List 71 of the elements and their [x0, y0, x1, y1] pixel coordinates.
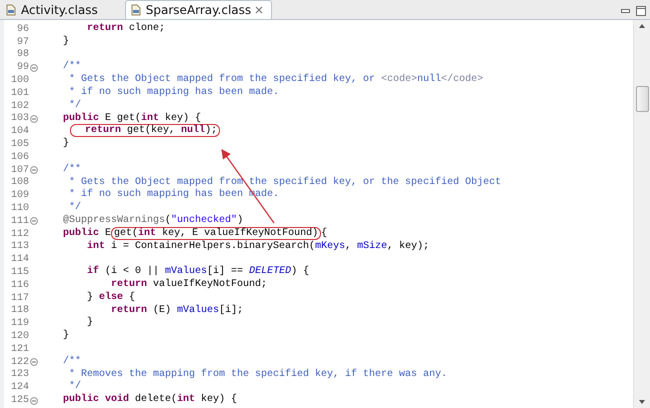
code-line: int i = ContainerHelpers.binarySearch(mKeys, mSize, key);: [86, 240, 430, 254]
collapse-icon[interactable]: [30, 64, 38, 72]
code-line: return clone;: [86, 23, 166, 36]
code-line: public E get(int key, E valueIfKeyNotFound) {: [62, 228, 328, 240]
scroll-down-icon[interactable]: [639, 400, 645, 404]
code-line: * Gets the Object mapped from the specified key, or <code>null</code>: [68, 74, 484, 86]
line-number: 122: [10, 356, 29, 368]
line-number: 115: [10, 267, 29, 278]
collapse-icon[interactable]: [30, 396, 38, 404]
line-number: 109: [10, 190, 29, 202]
line-number: 125: [10, 395, 29, 406]
code-line: * Removes the mapping from the specified key, if there was any.: [68, 368, 448, 380]
code-line: }: [86, 317, 94, 330]
code-line: } else {: [86, 292, 136, 305]
code-line: public void delete(int key) {: [62, 394, 238, 407]
scrollbar[interactable]: [633, 20, 650, 408]
collapse-icon[interactable]: [30, 166, 38, 174]
close-icon[interactable]: [255, 6, 264, 14]
code-line: * Gets the Object mapped from the specified key, or the specified Object: [68, 176, 502, 188]
code-line: /**: [62, 356, 82, 368]
code-line: @SuppressWarnings("unchecked"): [62, 214, 244, 228]
line-number: 106: [10, 152, 29, 163]
code-line: }: [62, 330, 70, 343]
line-number: 111: [10, 216, 29, 227]
line-number: 103: [10, 113, 29, 124]
scroll-up-icon[interactable]: [639, 24, 645, 28]
class-file-icon: [130, 4, 142, 16]
line-number: 123: [10, 369, 29, 380]
code-line: }: [62, 138, 70, 151]
line-number: 99: [16, 62, 29, 74]
class-file-icon: [5, 4, 17, 16]
code-line: /**: [62, 164, 82, 176]
code-line: */: [68, 202, 82, 214]
minimize-icon[interactable]: [621, 8, 630, 14]
line-number: 108: [10, 177, 29, 188]
line-number: 100: [10, 75, 29, 86]
code-line: return valueIfKeyNotFound;: [110, 278, 268, 292]
line-number: 121: [10, 344, 29, 355]
collapse-icon[interactable]: [30, 217, 38, 226]
line-number: 97: [16, 36, 29, 48]
editor-tab[interactable]: Activity.class: [0, 0, 107, 19]
maximize-icon[interactable]: [636, 6, 646, 16]
line-number: 107: [10, 164, 29, 176]
line-number: 102: [10, 100, 29, 112]
line-number: 110: [10, 203, 29, 214]
collapse-icon[interactable]: [30, 114, 38, 123]
code-line: return (E) mValues[i];: [110, 304, 244, 318]
line-number: 104: [10, 126, 29, 138]
line-number: 120: [10, 331, 29, 342]
line-number: 116: [10, 280, 29, 291]
scroll-thumb[interactable]: [636, 86, 648, 112]
code-line: */: [68, 381, 82, 394]
line-number: 101: [10, 88, 29, 99]
line-number: 113: [10, 241, 29, 252]
editor-tab[interactable]: SparseArray.class: [124, 0, 272, 19]
collapse-icon[interactable]: [30, 358, 38, 366]
code-line: if (i < 0 || mValues[i] == DELETED) {: [86, 266, 310, 278]
code-line: }: [62, 36, 70, 49]
code-line: public E get(int key) {: [62, 112, 202, 124]
code-line: /**: [62, 61, 82, 74]
line-number: 105: [10, 139, 29, 150]
line-number: 118: [10, 305, 29, 316]
line-number: 119: [10, 318, 29, 330]
line-number: 112: [10, 228, 29, 240]
line-number: 96: [16, 24, 29, 35]
code-line: */: [68, 100, 82, 112]
line-number: 117: [10, 292, 29, 304]
code-line: * if no such mapping has been made.: [68, 86, 280, 100]
line-number: 124: [10, 382, 29, 394]
line-number: 114: [10, 254, 29, 266]
line-number: 98: [16, 49, 29, 60]
